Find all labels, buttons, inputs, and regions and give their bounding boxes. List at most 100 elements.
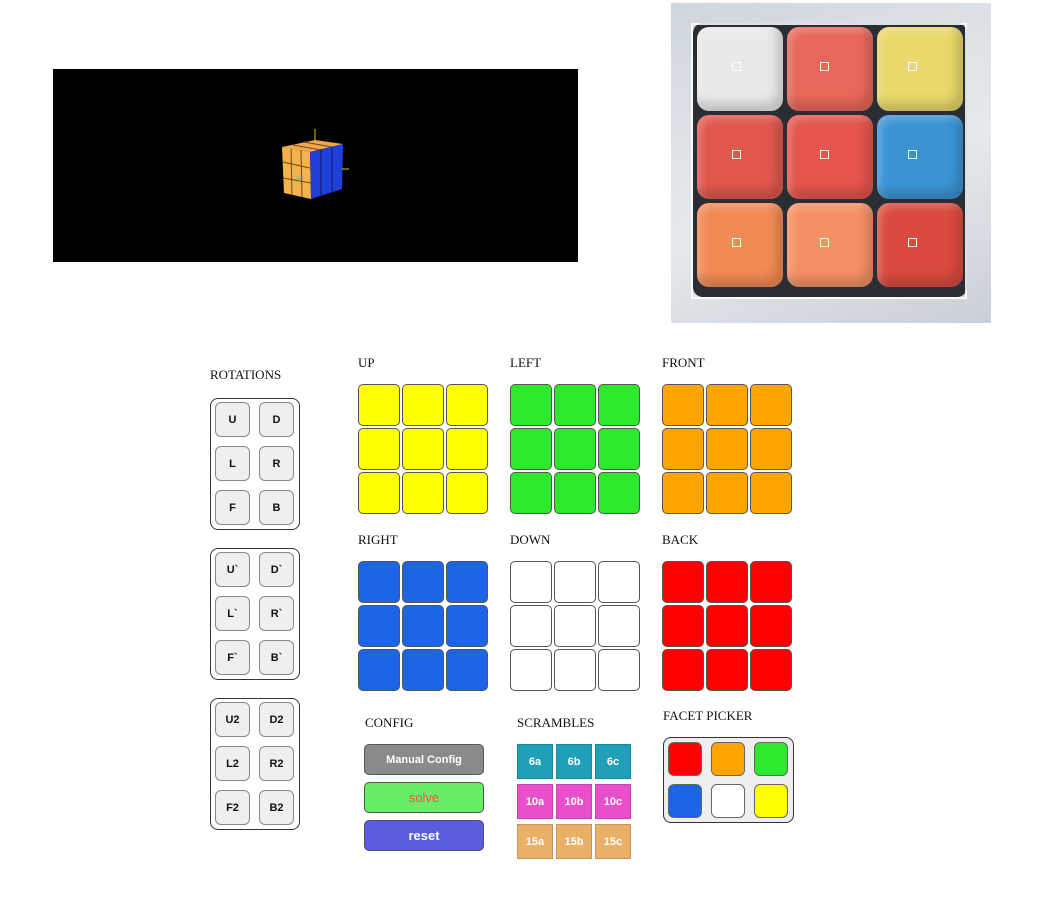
facet[interactable] [750, 605, 792, 647]
rotation-button[interactable]: F [215, 490, 250, 525]
facet[interactable] [510, 472, 552, 514]
facet[interactable] [706, 472, 748, 514]
rotation-button[interactable]: F2 [215, 790, 250, 825]
scramble-button[interactable]: 10a [517, 784, 553, 819]
facet[interactable] [706, 649, 748, 691]
facet[interactable] [510, 561, 552, 603]
rotation-button[interactable]: U` [215, 552, 250, 587]
facet[interactable] [662, 428, 704, 470]
rotation-button[interactable]: U [215, 402, 250, 437]
rotation-button[interactable]: B [259, 490, 294, 525]
facet[interactable] [554, 649, 596, 691]
rotation-button[interactable]: R2 [259, 746, 294, 781]
picker-swatch[interactable] [754, 784, 788, 818]
facet-picker [663, 737, 794, 823]
facet[interactable] [598, 649, 640, 691]
facet[interactable] [510, 428, 552, 470]
picker-swatch[interactable] [711, 742, 745, 776]
manual-config-button[interactable]: Manual Config [364, 744, 484, 775]
camera-sample-marker [732, 150, 741, 159]
facet[interactable] [598, 605, 640, 647]
facet[interactable] [402, 384, 444, 426]
facet[interactable] [554, 561, 596, 603]
scramble-button[interactable]: 10c [595, 784, 631, 819]
facet[interactable] [358, 605, 400, 647]
rotation-button[interactable]: R` [259, 596, 294, 631]
facet[interactable] [402, 428, 444, 470]
facet[interactable] [750, 561, 792, 603]
rotation-button[interactable]: B2 [259, 790, 294, 825]
facet[interactable] [358, 649, 400, 691]
scramble-button[interactable]: 6a [517, 744, 553, 779]
rotation-button[interactable]: L` [215, 596, 250, 631]
rotation-button[interactable]: D` [259, 552, 294, 587]
facet[interactable] [510, 384, 552, 426]
rotation-button[interactable]: R [259, 446, 294, 481]
facet[interactable] [662, 472, 704, 514]
facet[interactable] [446, 649, 488, 691]
scrambles-title: SCRAMBLES [517, 715, 595, 730]
facet[interactable] [554, 472, 596, 514]
facet[interactable] [402, 472, 444, 514]
facet[interactable] [598, 472, 640, 514]
facet[interactable] [598, 561, 640, 603]
rotation-group: UDLRFB [210, 398, 300, 530]
facet[interactable] [446, 428, 488, 470]
camera-sample-marker [820, 62, 829, 71]
facet[interactable] [358, 428, 400, 470]
facet[interactable] [598, 384, 640, 426]
scramble-button[interactable]: 10b [556, 784, 592, 819]
facet[interactable] [510, 605, 552, 647]
rotation-button[interactable]: L2 [215, 746, 250, 781]
facet[interactable] [662, 649, 704, 691]
facet[interactable] [446, 384, 488, 426]
facet[interactable] [750, 428, 792, 470]
rotation-button[interactable]: D2 [259, 702, 294, 737]
scramble-button[interactable]: 6c [595, 744, 631, 779]
facet[interactable] [662, 605, 704, 647]
scramble-button[interactable]: 15a [517, 824, 553, 859]
solve-button[interactable]: solve [364, 782, 484, 813]
scramble-button[interactable]: 15c [595, 824, 631, 859]
facet[interactable] [706, 561, 748, 603]
rotation-button[interactable]: F` [215, 640, 250, 675]
facet[interactable] [554, 605, 596, 647]
face-label: BACK [662, 532, 699, 547]
facet[interactable] [662, 561, 704, 603]
rotation-button[interactable]: L [215, 446, 250, 481]
facet[interactable] [662, 384, 704, 426]
rotation-button[interactable]: U2 [215, 702, 250, 737]
facet[interactable] [750, 384, 792, 426]
facet[interactable] [402, 561, 444, 603]
camera-sample-marker [908, 238, 917, 247]
scramble-button[interactable]: 6b [556, 744, 592, 779]
facet[interactable] [510, 649, 552, 691]
facet[interactable] [706, 384, 748, 426]
facet[interactable] [446, 561, 488, 603]
facet[interactable] [750, 472, 792, 514]
facet[interactable] [358, 561, 400, 603]
rotation-button[interactable]: D [259, 402, 294, 437]
facet[interactable] [554, 428, 596, 470]
facet[interactable] [554, 384, 596, 426]
facet[interactable] [706, 428, 748, 470]
picker-swatch[interactable] [668, 742, 702, 776]
facet[interactable] [358, 384, 400, 426]
facet[interactable] [358, 472, 400, 514]
facet[interactable] [750, 649, 792, 691]
facet[interactable] [402, 649, 444, 691]
picker-swatch[interactable] [754, 742, 788, 776]
facet[interactable] [402, 605, 444, 647]
config-title: CONFIG [365, 715, 414, 730]
scramble-button[interactable]: 15b [556, 824, 592, 859]
facet[interactable] [706, 605, 748, 647]
cube-3d-viewport[interactable] [53, 69, 578, 262]
facet[interactable] [598, 428, 640, 470]
facet[interactable] [446, 605, 488, 647]
rotation-button[interactable]: B` [259, 640, 294, 675]
facet[interactable] [446, 472, 488, 514]
reset-button[interactable]: reset [364, 820, 484, 851]
camera-sample-marker [908, 150, 917, 159]
picker-swatch[interactable] [668, 784, 702, 818]
picker-swatch[interactable] [711, 784, 745, 818]
